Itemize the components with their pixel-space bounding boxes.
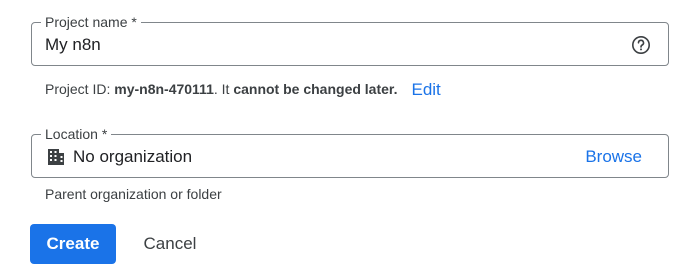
create-button[interactable]: Create	[30, 224, 116, 264]
location-hint: Parent organization or folder	[45, 186, 222, 202]
help-circle-icon[interactable]	[631, 35, 651, 55]
project-name-label: Project name *	[41, 13, 141, 31]
project-id-middle: . It	[213, 81, 234, 97]
project-name-input[interactable]: My n8n	[45, 34, 101, 56]
location-label: Location *	[41, 125, 112, 143]
cancel-button[interactable]: Cancel	[126, 224, 214, 264]
location-field[interactable]: Location * No organization Browse	[31, 125, 669, 178]
browse-button[interactable]: Browse	[585, 147, 642, 167]
project-id-value: my-n8n-470111	[114, 81, 214, 97]
edit-project-id-link[interactable]: Edit	[411, 80, 440, 99]
project-name-field[interactable]: Project name * My n8n	[31, 13, 669, 66]
location-value: No organization	[73, 147, 193, 166]
project-id-prefix: Project ID:	[45, 81, 115, 97]
building-icon	[47, 148, 65, 166]
project-id-warning: cannot be changed later.	[233, 81, 398, 97]
create-project-form: Project name * My n8n Project ID: my-n8n…	[0, 0, 678, 272]
project-id-hint: Project ID: my-n8n-470111. It cannot be …	[45, 79, 441, 99]
